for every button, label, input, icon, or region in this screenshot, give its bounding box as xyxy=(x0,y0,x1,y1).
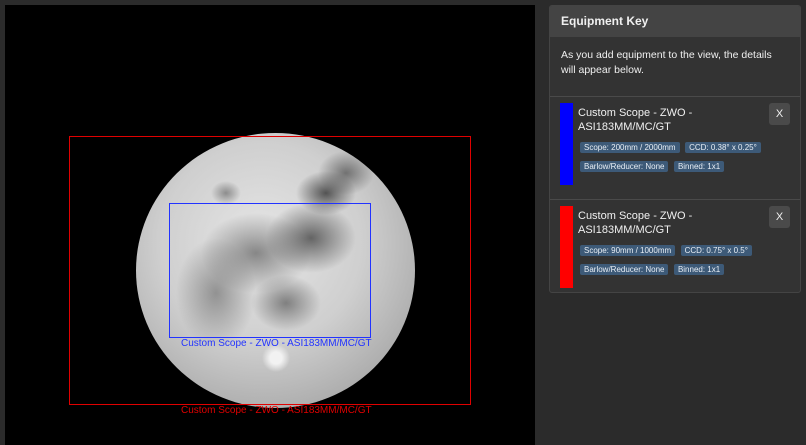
equipment-color-swatch xyxy=(560,103,573,185)
barlow-badge: Barlow/Reducer: None xyxy=(580,264,669,275)
fov-frame-blue xyxy=(169,203,371,338)
binned-badge: Binned: 1x1 xyxy=(673,161,725,172)
fov-viewer[interactable]: Custom Scope - ZWO - ASI183MM/MC/GT Cust… xyxy=(5,5,535,445)
equipment-details: Scope: 200mm / 2000mm CCD: 0.38° x 0.25°… xyxy=(580,137,770,175)
remove-equipment-button[interactable]: X xyxy=(769,206,790,228)
equipment-key-title: Equipment Key xyxy=(550,6,800,37)
ccd-badge: CCD: 0.38° x 0.25° xyxy=(685,142,761,153)
equipment-key-panel: Equipment Key As you add equipment to th… xyxy=(549,5,801,293)
fov-label-red: Custom Scope - ZWO - ASI183MM/MC/GT xyxy=(181,405,372,416)
barlow-badge: Barlow/Reducer: None xyxy=(580,161,669,172)
equipment-color-swatch xyxy=(560,206,573,288)
ccd-badge: CCD: 0.75° x 0.5° xyxy=(680,245,752,256)
equipment-name: Custom Scope - ZWO - ASI183MM/MC/GT xyxy=(578,210,693,236)
binned-badge: Binned: 1x1 xyxy=(673,264,725,275)
remove-equipment-button[interactable]: X xyxy=(769,103,790,125)
equipment-key-intro: As you add equipment to the view, the de… xyxy=(550,37,800,97)
equipment-name: Custom Scope - ZWO - ASI183MM/MC/GT xyxy=(578,107,693,133)
fov-label-blue: Custom Scope - ZWO - ASI183MM/MC/GT xyxy=(181,338,372,349)
equipment-item: Custom Scope - ZWO - ASI183MM/MC/GT Scop… xyxy=(550,200,800,292)
equipment-item: Custom Scope - ZWO - ASI183MM/MC/GT Scop… xyxy=(550,97,800,200)
scope-badge: Scope: 200mm / 2000mm xyxy=(580,142,680,153)
scope-badge: Scope: 90mm / 1000mm xyxy=(580,245,676,256)
equipment-details: Scope: 90mm / 1000mm CCD: 0.75° x 0.5° B… xyxy=(580,240,770,278)
